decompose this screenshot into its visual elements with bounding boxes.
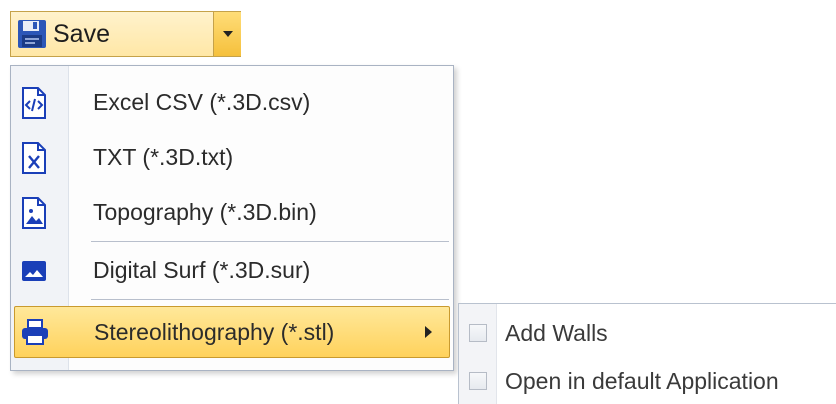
save-button[interactable]: Save [11, 12, 212, 56]
menu-item-label: Digital Surf (*.3D.sur) [93, 257, 311, 283]
save-format-menu: Excel CSV (*.3D.csv) TXT (*.3D.txt) Topo… [10, 65, 454, 371]
menu-item-topography[interactable]: Topography (*.3D.bin) [11, 185, 453, 240]
open-default-app-checkbox[interactable] [469, 372, 487, 390]
save-dropdown-button[interactable] [213, 12, 241, 56]
menu-separator [91, 299, 449, 300]
csv-file-icon [20, 86, 48, 120]
save-split-button[interactable]: Save [10, 11, 241, 57]
menu-item-label: TXT (*.3D.txt) [93, 144, 234, 170]
save-button-label: Save [53, 19, 110, 48]
menu-item-txt[interactable]: TXT (*.3D.txt) [11, 130, 453, 185]
printer-icon [21, 315, 49, 349]
add-walls-checkbox[interactable] [469, 324, 487, 342]
submenu-item-open-default-app[interactable]: Open in default Application [459, 359, 836, 403]
menu-item-label: Stereolithography (*.stl) [94, 318, 335, 345]
submenu-arrow-icon [425, 326, 432, 338]
menu-item-stereolithography[interactable]: Stereolithography (*.stl) [14, 306, 450, 358]
txt-file-icon [20, 141, 48, 175]
menu-item-label: Topography (*.3D.bin) [93, 199, 317, 225]
image-file-icon [20, 196, 48, 230]
app-stage: Save Excel CSV (*.3D.csv) TXT (*.3D.txt)… [0, 0, 836, 404]
submenu-item-label: Add Walls [505, 319, 608, 346]
menu-separator [91, 241, 449, 242]
menu-item-digital-surf[interactable]: Digital Surf (*.3D.sur) [11, 243, 453, 298]
submenu-item-add-walls[interactable]: Add Walls [459, 311, 836, 355]
floppy-disk-icon [18, 20, 46, 48]
stl-options-submenu: Add Walls Open in default Application [458, 303, 836, 404]
surface-icon [20, 254, 48, 288]
submenu-item-label: Open in default Application [505, 367, 779, 394]
menu-item-excel-csv[interactable]: Excel CSV (*.3D.csv) [11, 75, 453, 130]
chevron-down-icon [222, 31, 233, 37]
menu-item-label: Excel CSV (*.3D.csv) [93, 89, 311, 115]
